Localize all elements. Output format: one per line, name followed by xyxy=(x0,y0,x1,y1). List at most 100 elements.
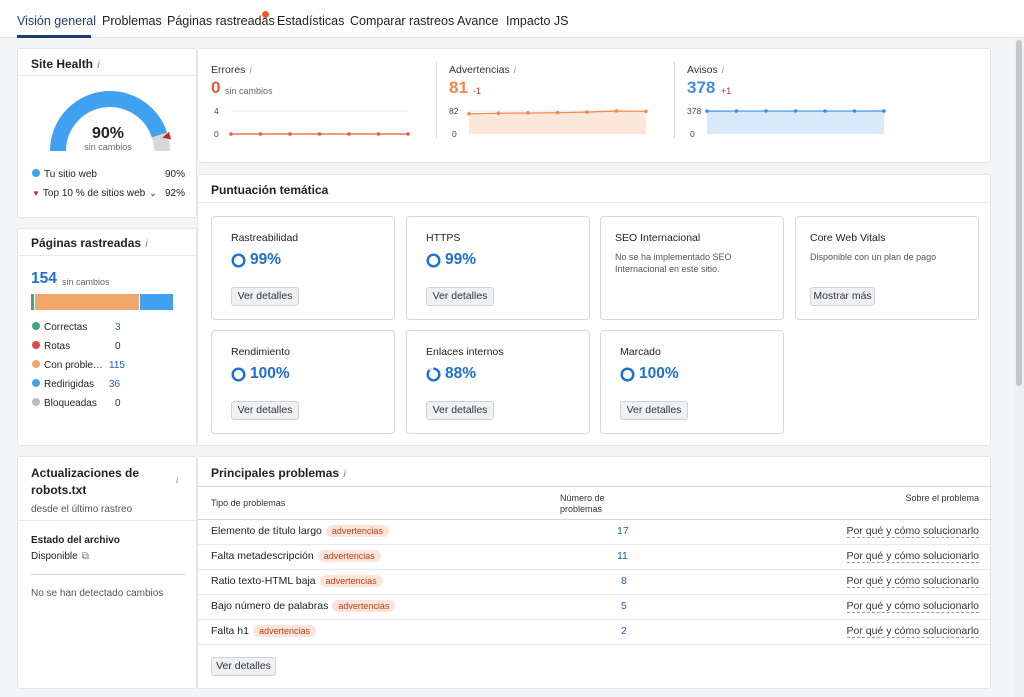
data-point[interactable] xyxy=(644,109,648,114)
tile-button[interactable]: Ver detalles xyxy=(426,401,494,420)
issue-count[interactable]: 11 xyxy=(617,550,628,562)
data-point[interactable] xyxy=(229,132,233,136)
tile-score[interactable]: 100% xyxy=(250,365,290,383)
tab-avance[interactable]: Avance xyxy=(457,14,498,28)
fix-link[interactable]: Por qué y cómo solucionarlo xyxy=(798,600,979,613)
your-site-value: 90% xyxy=(165,169,186,180)
issue-name: Falta h1 advertencias xyxy=(211,625,316,637)
table-row[interactable]: Elemento de título largo advertencias 17 Po… xyxy=(198,519,992,544)
score-tile: Rendimiento 100% Ver detalles xyxy=(211,330,395,434)
issue-count[interactable]: 2 xyxy=(621,625,627,637)
tile-score[interactable]: 99% xyxy=(445,251,476,269)
data-point[interactable] xyxy=(258,132,263,136)
fix-link[interactable]: Por qué y cómo solucionarlo xyxy=(798,525,979,538)
scrollbar-thumb[interactable] xyxy=(1016,40,1022,386)
data-point[interactable] xyxy=(288,132,292,136)
data-point[interactable] xyxy=(376,132,381,136)
data-point[interactable] xyxy=(852,109,857,113)
table-row[interactable]: Falta metadescripción advertencias 11 Por q… xyxy=(198,544,992,569)
legend-value[interactable]: 3 xyxy=(115,322,121,333)
issue-count[interactable]: 5 xyxy=(621,600,627,612)
info-icon[interactable]: i xyxy=(514,65,516,76)
data-point[interactable] xyxy=(734,109,739,113)
fix-link-text[interactable]: Por qué y cómo solucionarlo xyxy=(846,525,979,538)
issue-name: Ratio texto-HTML baja advertencias xyxy=(211,575,383,587)
chevron-down-icon[interactable]: ⌄ xyxy=(149,188,157,198)
fix-link-text[interactable]: Por qué y cómo solucionarlo xyxy=(846,600,979,613)
col-count-header[interactable]: Número de problemas xyxy=(560,493,605,515)
info-icon[interactable]: i xyxy=(343,469,346,480)
crawled-total[interactable]: 154 xyxy=(31,270,57,288)
data-point[interactable] xyxy=(406,132,410,136)
legend-item[interactable]: Redirigidas xyxy=(32,379,94,390)
info-icon[interactable]: i xyxy=(249,65,251,76)
info-icon[interactable]: i xyxy=(97,60,100,71)
data-point[interactable] xyxy=(347,132,351,136)
tab-comparar-rastreos[interactable]: Comparar rastreos xyxy=(350,14,454,28)
data-point[interactable] xyxy=(555,110,560,115)
info-icon[interactable]: i xyxy=(145,239,148,250)
data-point[interactable] xyxy=(705,109,709,113)
metric-value[interactable]: 0 xyxy=(211,78,220,98)
data-point[interactable] xyxy=(793,109,798,113)
tile-score[interactable]: 100% xyxy=(639,365,679,383)
tab-impacto-js[interactable]: Impacto JS xyxy=(506,14,569,28)
fix-link-text[interactable]: Por qué y cómo solucionarlo xyxy=(846,625,979,638)
tile-score[interactable]: 88% xyxy=(445,365,476,383)
legend-value[interactable]: 36 xyxy=(109,379,120,390)
data-point[interactable] xyxy=(764,109,768,113)
tile-button[interactable]: Mostrar más xyxy=(810,287,875,306)
data-point[interactable] xyxy=(823,109,827,113)
robots-title: Actualizaciones de robots.txt xyxy=(31,466,140,497)
tile-button[interactable]: Ver detalles xyxy=(231,287,299,306)
fix-link-text[interactable]: Por qué y cómo solucionarlo xyxy=(846,550,979,563)
fix-link[interactable]: Por qué y cómo solucionarlo xyxy=(798,625,979,638)
fix-link-text[interactable]: Por qué y cómo solucionarlo xyxy=(846,575,979,588)
legend-item[interactable]: Correctas xyxy=(32,322,87,333)
warning-badge: advertencias xyxy=(325,525,389,537)
fix-link[interactable]: Por qué y cómo solucionarlo xyxy=(798,550,979,563)
data-point[interactable] xyxy=(467,112,471,116)
score-ring-icon xyxy=(231,253,246,268)
tab-problemas[interactable]: Problemas xyxy=(102,14,162,28)
legend-item[interactable]: Con proble… xyxy=(32,360,103,371)
data-point[interactable] xyxy=(614,109,619,113)
fix-link[interactable]: Por qué y cómo solucionarlo xyxy=(798,575,979,588)
legend-value[interactable]: 115 xyxy=(109,360,125,371)
info-icon[interactable]: i xyxy=(176,475,178,486)
site-health-title: Site Health i xyxy=(31,57,100,71)
dot-icon xyxy=(32,360,40,368)
issue-name: Falta metadescripción advertencias xyxy=(211,550,381,562)
data-point[interactable] xyxy=(585,110,589,114)
table-row[interactable]: Ratio texto-HTML baja advertencias 8 Por qu… xyxy=(198,569,992,594)
tab-vision-general[interactable]: Visión general xyxy=(17,14,96,28)
tile-score[interactable]: 99% xyxy=(250,251,281,269)
table-row[interactable]: Falta h1 advertencias 2 Por qué y cómo solu… xyxy=(198,619,992,644)
metric-value[interactable]: 378 xyxy=(687,78,715,98)
tab-estadisticas[interactable]: Estadísticas xyxy=(277,14,344,28)
issue-count[interactable]: 17 xyxy=(617,525,629,537)
metric-value[interactable]: 81 xyxy=(449,78,468,98)
tile-button[interactable]: Ver detalles xyxy=(620,401,688,420)
tab-paginas-rastreadas[interactable]: Páginas rastreadas xyxy=(167,14,275,28)
file-state-value[interactable]: Disponible ⧉ xyxy=(31,551,89,562)
tile-button[interactable]: Ver detalles xyxy=(426,287,494,306)
dot-icon xyxy=(32,322,40,330)
data-point[interactable] xyxy=(496,111,501,116)
tile-button[interactable]: Ver detalles xyxy=(231,401,299,420)
score-tile: Core Web Vitals Disponible con un plan de… xyxy=(795,216,979,320)
info-icon[interactable]: i xyxy=(722,65,724,76)
top10-legend[interactable]: ▼ Top 10 % de sitios web ⌄ xyxy=(32,188,157,199)
bar-segment xyxy=(31,294,34,310)
table-row[interactable]: Bajo número de palabras advertencias 5 Por … xyxy=(198,594,992,619)
issue-count[interactable]: 8 xyxy=(621,575,627,587)
data-point[interactable] xyxy=(317,132,322,136)
legend-item[interactable]: Bloqueadas xyxy=(32,398,97,409)
tile-title: HTTPS xyxy=(426,232,461,244)
legend-item[interactable]: Rotas xyxy=(32,341,70,352)
external-link-icon[interactable]: ⧉ xyxy=(82,551,89,562)
data-point[interactable] xyxy=(526,111,530,115)
issues-details-button[interactable]: Ver detalles xyxy=(211,657,276,676)
metric-label: Errores i xyxy=(211,64,252,76)
data-point[interactable] xyxy=(882,109,886,113)
